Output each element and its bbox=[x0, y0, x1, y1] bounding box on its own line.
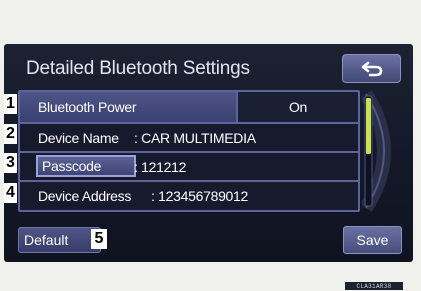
figure-code: CLA31AR38 bbox=[345, 282, 403, 290]
row-bluetooth-power: Bluetooth Power On bbox=[20, 92, 358, 122]
scroll-arc-icon bbox=[360, 90, 391, 212]
callout-5: 5 bbox=[91, 229, 107, 249]
bluetooth-power-label: Bluetooth Power bbox=[38, 99, 137, 115]
device-address-label: Device Address bbox=[38, 188, 132, 204]
save-button[interactable]: Save bbox=[343, 226, 402, 254]
device-name-value: : CAR MULTIMEDIA bbox=[134, 129, 256, 146]
bluetooth-power-value[interactable]: On bbox=[236, 92, 358, 122]
passcode-label: Passcode bbox=[42, 158, 102, 174]
bottom-bar: Default Save bbox=[4, 220, 413, 262]
screen-title: Detailed Bluetooth Settings bbox=[26, 58, 250, 79]
passcode-value: : 121212 bbox=[134, 158, 187, 175]
callout-1: 1 bbox=[4, 94, 17, 114]
return-arrow-icon bbox=[361, 61, 382, 76]
row-device-name: Device Name : CAR MULTIMEDIA bbox=[20, 122, 358, 151]
callout-4: 4 bbox=[4, 183, 17, 203]
scrollbar[interactable] bbox=[360, 90, 402, 212]
device-address-value: : 123456789012 bbox=[151, 188, 249, 204]
default-button-label: Default bbox=[24, 232, 69, 248]
row-device-address: Device Address : 123456789012 bbox=[20, 180, 358, 210]
settings-screen: Detailed Bluetooth Settings Bluetooth Po… bbox=[4, 44, 413, 262]
back-button[interactable] bbox=[342, 54, 401, 83]
scroll-thumb[interactable] bbox=[366, 98, 371, 154]
save-button-label: Save bbox=[356, 232, 389, 248]
callout-3: 3 bbox=[4, 153, 17, 173]
row-passcode: Passcode : 121212 bbox=[20, 151, 358, 180]
passcode-button[interactable]: Passcode bbox=[36, 155, 136, 177]
bluetooth-power-state: On bbox=[288, 99, 308, 115]
bluetooth-power-button[interactable]: Bluetooth Power bbox=[20, 92, 236, 122]
default-button[interactable]: Default bbox=[18, 227, 101, 253]
device-name-label: Device Name bbox=[38, 129, 119, 146]
callout-2: 2 bbox=[4, 124, 17, 144]
